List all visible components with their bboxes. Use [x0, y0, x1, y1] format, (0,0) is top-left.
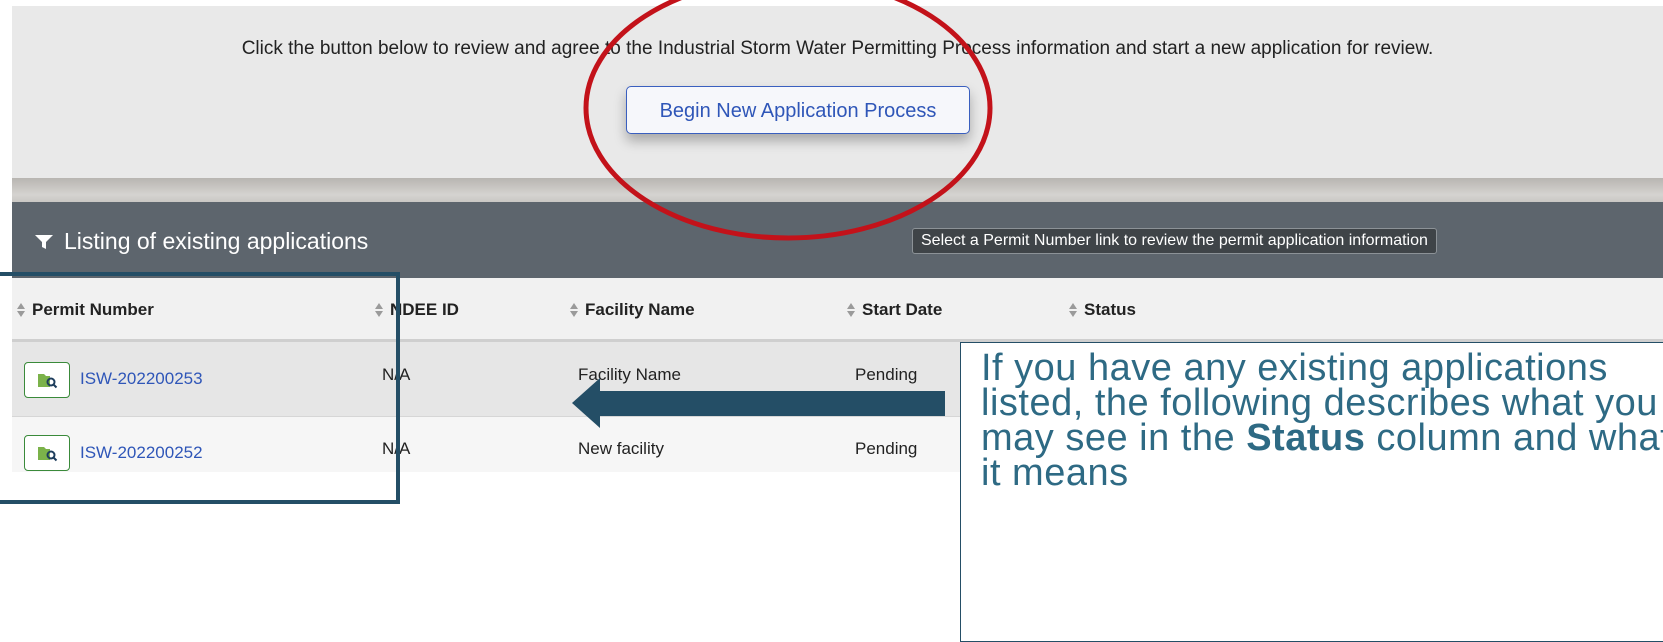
sort-icon [847, 303, 855, 317]
listing-header: Listing of existing applications Select … [12, 202, 1663, 278]
start-date-cell: Pending [855, 365, 918, 384]
sort-icon [1069, 303, 1077, 317]
highlight-rectangle [0, 272, 400, 504]
facility-name-cell: Facility Name [578, 365, 681, 384]
callout-box: If you have any existing applications li… [960, 342, 1663, 642]
filter-icon [35, 234, 53, 249]
column-header-status[interactable]: Status [1068, 300, 1136, 320]
column-header-facility-name[interactable]: Facility Name [569, 300, 695, 320]
listing-title: Listing of existing applications [34, 228, 368, 255]
start-date-cell: Pending [855, 439, 918, 458]
callout-status-emphasis: Status [1246, 417, 1366, 459]
listing-title-text: Listing of existing applications [64, 228, 369, 254]
column-header-label: Facility Name [585, 300, 695, 319]
sort-icon [570, 303, 578, 317]
column-header-label: NDEE ID [390, 300, 459, 319]
column-header-label: Status [1084, 300, 1136, 319]
column-header-start-date[interactable]: Start Date [846, 300, 942, 320]
facility-name-cell: New facility [578, 439, 664, 458]
column-header-label: Start Date [862, 300, 943, 319]
divider [12, 178, 1663, 202]
intro-panel: Click the button below to review and agr… [12, 6, 1663, 178]
hint-badge: Select a Permit Number link to review th… [912, 228, 1437, 254]
intro-text: Click the button below to review and agr… [241, 38, 1434, 59]
begin-new-application-button[interactable]: Begin New Application Process [626, 86, 970, 134]
